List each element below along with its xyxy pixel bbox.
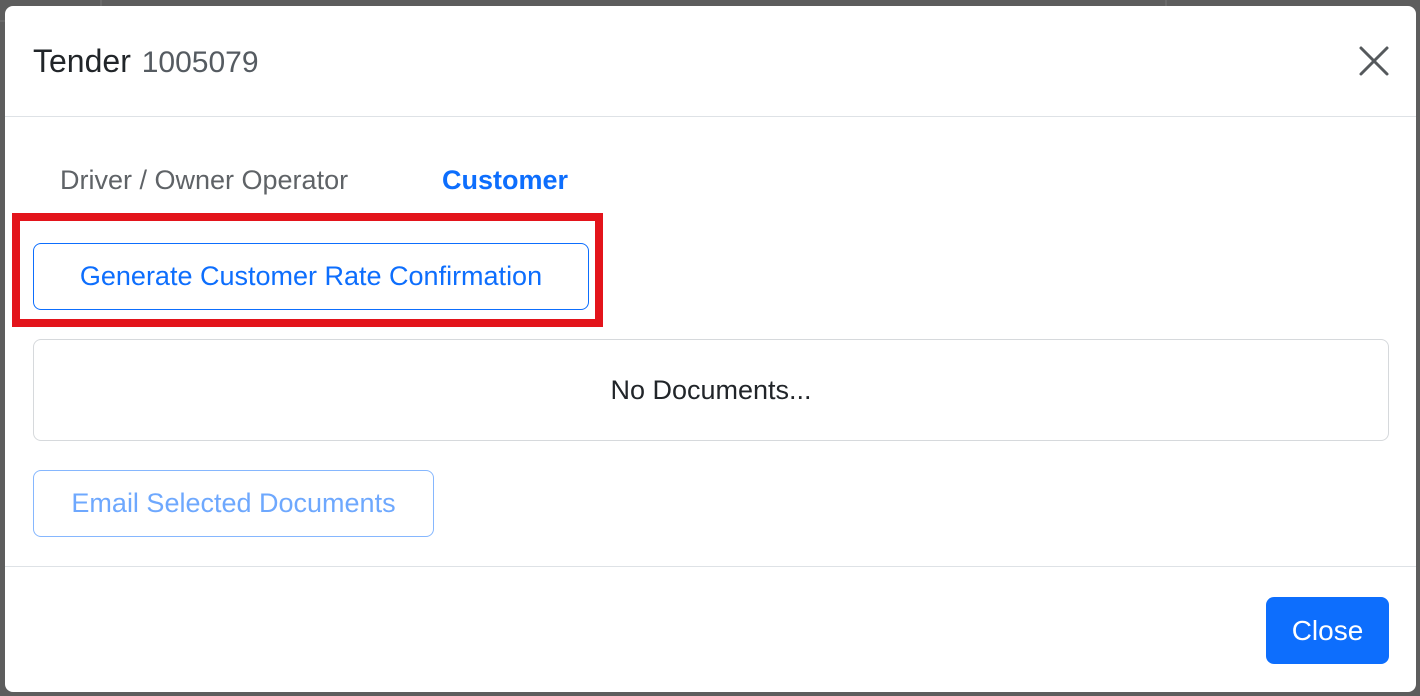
modal-title-text: Tender	[33, 43, 131, 79]
email-selected-documents-button[interactable]: Email Selected Documents	[33, 470, 434, 537]
close-button[interactable]: Close	[1266, 597, 1389, 664]
generate-customer-rate-confirmation-button[interactable]: Generate Customer Rate Confirmation	[33, 243, 589, 310]
modal-header: Tender 1005079	[5, 6, 1416, 117]
tender-modal: Tender 1005079 Driver / Owner Operator C…	[5, 6, 1416, 692]
close-icon[interactable]	[1357, 44, 1391, 78]
documents-list: No Documents...	[33, 339, 1389, 441]
tab-customer[interactable]: Customer	[442, 156, 568, 204]
tender-id: 1005079	[141, 46, 259, 79]
tab-driver-owner-operator[interactable]: Driver / Owner Operator	[60, 156, 348, 204]
modal-footer: Close	[5, 566, 1416, 692]
modal-title: Tender 1005079	[33, 42, 259, 82]
close-icon-graphic	[1359, 46, 1389, 76]
no-documents-text: No Documents...	[610, 374, 812, 405]
